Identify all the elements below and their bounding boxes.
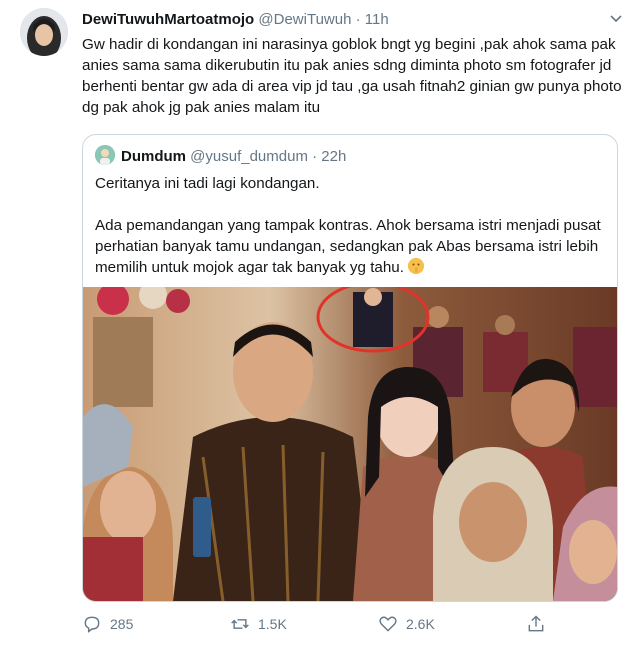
author-avatar[interactable]	[20, 8, 68, 56]
reply-icon	[84, 616, 100, 633]
like-count: 2.6K	[406, 616, 435, 632]
retweet-icon	[231, 619, 249, 629]
quoted-text-line2-body: Ada pemandangan yang tampak kontras. Aho…	[95, 217, 601, 276]
tweet-actions: 285 1.5K 2.6K	[82, 612, 622, 636]
reply-button[interactable]: 285	[82, 612, 133, 636]
like-button[interactable]: 2.6K	[378, 612, 435, 636]
quoted-text-line1: Ceritanya ini tadi lagi kondangan.	[95, 175, 320, 192]
tweet-header: DewiTuwuhMartoatmojo @DewiTuwuh · 11h	[82, 10, 389, 30]
tweet-text: Gw hadir di kondangan ini narasinya gobl…	[82, 36, 622, 116]
event-photo-illustration	[83, 287, 617, 601]
quoted-tweet-header: Dumdum @yusuf_dumdum · 22h	[95, 145, 346, 167]
quoted-tweet[interactable]: Dumdum @yusuf_dumdum · 22h Ceritanya ini…	[82, 134, 618, 602]
share-icon	[528, 615, 544, 632]
quoted-author-handle: @yusuf_dumdum	[190, 148, 308, 165]
heart-icon	[379, 616, 397, 632]
event-photo[interactable]	[83, 287, 617, 601]
author-handle[interactable]: @DewiTuwuh	[258, 11, 351, 28]
quoted-timestamp: 22h	[321, 148, 347, 165]
quoted-author-avatar	[95, 145, 115, 165]
chevron-down-icon[interactable]	[606, 8, 626, 28]
quoted-author-name: Dumdum	[121, 148, 186, 165]
shushing-face-emoji-icon	[407, 258, 424, 274]
retweet-count: 1.5K	[258, 616, 287, 632]
retweet-button[interactable]: 1.5K	[230, 612, 287, 636]
reply-count: 285	[110, 616, 134, 632]
author-name[interactable]: DewiTuwuhMartoatmojo	[82, 11, 254, 28]
separator: ·	[355, 11, 361, 28]
separator: ·	[312, 148, 318, 165]
tweet[interactable]: DewiTuwuhMartoatmojo @DewiTuwuh · 11h Gw…	[0, 0, 640, 645]
quoted-text-line2: Ada pemandangan yang tampak kontras. Aho…	[95, 215, 605, 278]
tweet-timestamp[interactable]: 11h	[365, 11, 389, 28]
share-button[interactable]	[526, 612, 554, 636]
